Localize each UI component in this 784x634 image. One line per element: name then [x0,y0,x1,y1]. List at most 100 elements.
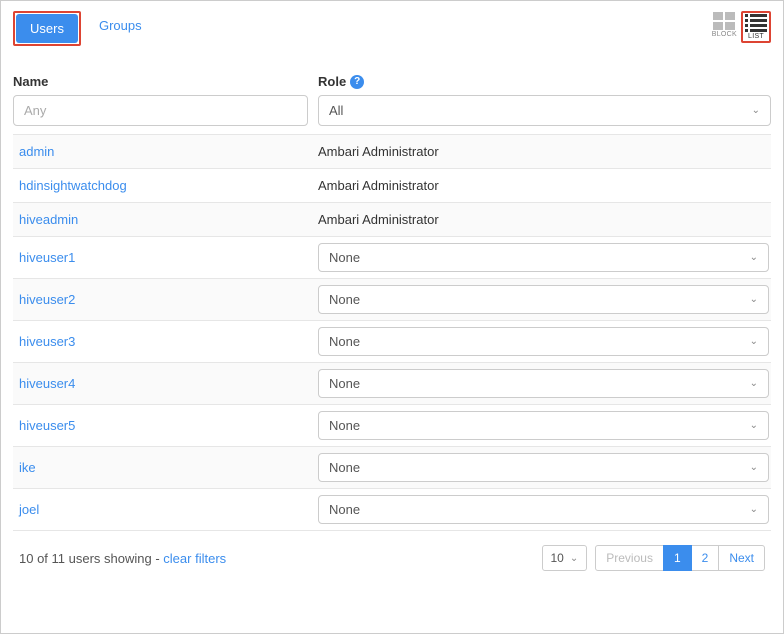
view-list-button[interactable]: LIST [743,13,769,41]
showing-count: 10 of 11 users showing - [19,551,163,566]
user-link[interactable]: hiveuser4 [19,376,75,391]
role-select-value: None [329,418,360,433]
pager: Previous12Next [595,545,765,571]
role-select[interactable]: None ⌄ [318,411,769,440]
user-link[interactable]: hdinsightwatchdog [19,178,127,193]
user-table: adminAmbari Administratorhdinsightwatchd… [13,134,771,531]
table-row: ike None ⌄ [13,446,771,488]
chevron-down-icon: ⌄ [750,420,758,431]
role-select[interactable]: None ⌄ [318,243,769,272]
role-select-value: None [329,376,360,391]
user-link[interactable]: hiveadmin [19,212,78,227]
role-select-value: None [329,250,360,265]
cell-role: None ⌄ [318,447,771,488]
user-link[interactable]: hiveuser2 [19,292,75,307]
role-select[interactable]: None ⌄ [318,369,769,398]
showing-text: 10 of 11 users showing - clear filters [19,551,226,566]
highlight-list-view: LIST [741,11,771,43]
cell-role: Ambari Administrator [318,203,771,236]
table-row: admin Ambari Administrator [13,134,771,168]
role-select-value: None [329,292,360,307]
view-block-label: BLOCK [712,31,737,38]
top-bar: Users Groups BLOCK LIST [13,11,771,46]
cell-name: hiveadmin [13,206,318,233]
role-select[interactable]: None ⌄ [318,285,769,314]
chevron-down-icon: ⌄ [750,504,758,515]
role-select-value: None [329,502,360,517]
cell-role: None ⌄ [318,279,771,320]
view-list-label: LIST [748,33,764,40]
block-icon [713,12,735,30]
help-icon[interactable]: ? [350,75,364,89]
table-row: joel None ⌄ [13,488,771,531]
chevron-down-icon: ⌄ [750,336,758,347]
table-row: hdinsightwatchdog Ambari Administrator [13,168,771,202]
page-size-select[interactable]: 10 ⌄ [542,545,588,571]
cell-role: Ambari Administrator [318,135,771,168]
role-select[interactable]: None ⌄ [318,495,769,524]
role-select-value: None [329,334,360,349]
chevron-down-icon: ⌄ [750,462,758,473]
column-header-role: Role ? [318,74,771,89]
cell-name: hiveuser1 [13,241,318,274]
role-select-value: None [329,460,360,475]
chevron-down-icon: ⌄ [750,378,758,389]
table-row: hiveuser1 None ⌄ [13,236,771,278]
user-link[interactable]: joel [19,502,39,517]
page-size-value: 10 [551,551,564,565]
table-row: hiveuser5 None ⌄ [13,404,771,446]
chevron-down-icon: ⌄ [752,105,760,116]
cell-role: None ⌄ [318,321,771,362]
footer: 10 of 11 users showing - clear filters 1… [13,531,771,575]
name-filter-input[interactable] [13,95,308,126]
pager-page[interactable]: 2 [691,545,720,571]
list-icon [745,14,767,32]
clear-filters-link[interactable]: clear filters [163,551,226,566]
role-text: Ambari Administrator [318,141,439,162]
pager-page[interactable]: 1 [663,545,692,571]
cell-name: hiveuser4 [13,367,318,400]
user-link[interactable]: ike [19,460,36,475]
pager-previous[interactable]: Previous [595,545,664,571]
chevron-down-icon: ⌄ [570,553,578,564]
user-link[interactable]: hiveuser3 [19,334,75,349]
table-row: hiveadmin Ambari Administrator [13,202,771,236]
cell-role: None ⌄ [318,363,771,404]
cell-role: None ⌄ [318,489,771,530]
table-row: hiveuser2 None ⌄ [13,278,771,320]
cell-name: ike [13,451,318,484]
chevron-down-icon: ⌄ [750,252,758,263]
user-link[interactable]: admin [19,144,54,159]
tab-groups[interactable]: Groups [85,11,156,46]
cell-role: None ⌄ [318,237,771,278]
cell-name: joel [13,493,318,526]
cell-name: hiveuser2 [13,283,318,316]
role-select[interactable]: None ⌄ [318,453,769,482]
table-row: hiveuser3 None ⌄ [13,320,771,362]
table-row: hiveuser4 None ⌄ [13,362,771,404]
role-text: Ambari Administrator [318,209,439,230]
role-filter-value: All [329,103,343,118]
cell-name: admin [13,138,318,165]
highlight-users-tab: Users [13,11,81,46]
filters: All ⌄ [13,95,771,126]
column-header-name: Name [13,74,308,89]
user-link[interactable]: hiveuser5 [19,418,75,433]
view-toggles: BLOCK LIST [710,11,771,43]
cell-name: hiveuser3 [13,325,318,358]
role-filter-select[interactable]: All ⌄ [318,95,771,126]
cell-name: hdinsightwatchdog [13,172,318,199]
columns-header: Name Role ? [13,74,771,89]
cell-name: hiveuser5 [13,409,318,442]
pager-group: 10 ⌄ Previous12Next [542,545,766,571]
role-select[interactable]: None ⌄ [318,327,769,356]
column-header-role-text: Role [318,74,346,89]
tab-users[interactable]: Users [16,14,78,43]
pager-next[interactable]: Next [718,545,765,571]
view-block-button[interactable]: BLOCK [710,11,739,43]
cell-role: Ambari Administrator [318,169,771,202]
user-link[interactable]: hiveuser1 [19,250,75,265]
role-text: Ambari Administrator [318,175,439,196]
cell-role: None ⌄ [318,405,771,446]
chevron-down-icon: ⌄ [750,294,758,305]
